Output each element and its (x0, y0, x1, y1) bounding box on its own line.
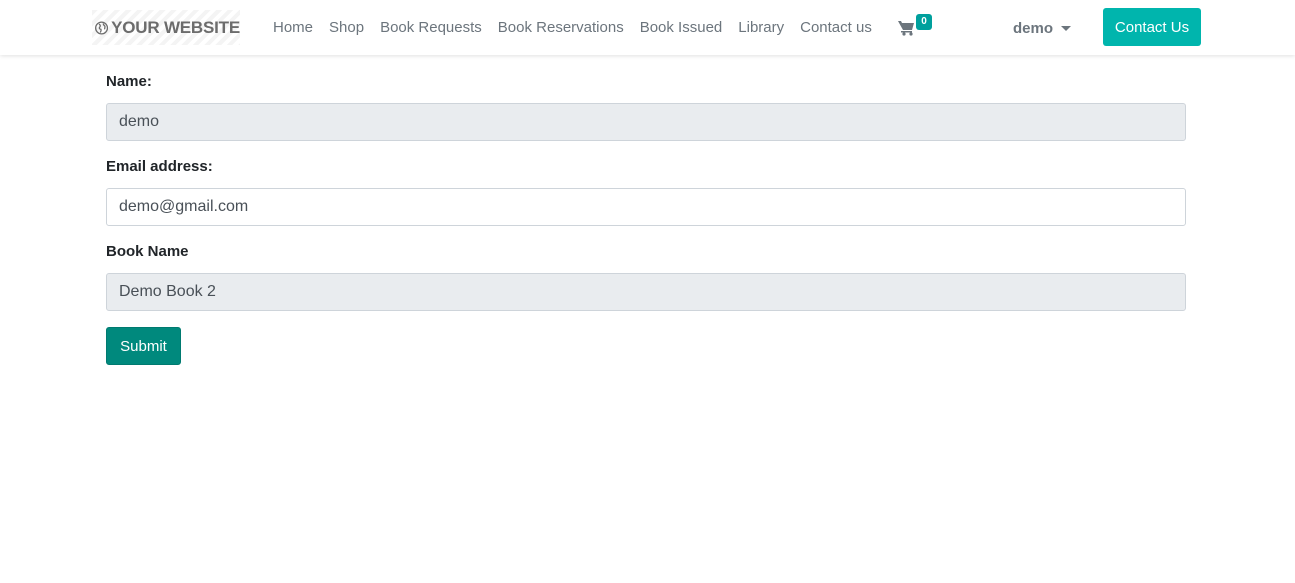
shopping-cart-icon (898, 21, 914, 36)
submit-button[interactable]: Submit (106, 327, 181, 365)
main-nav: Home Shop Book Requests Book Reservation… (265, 0, 880, 55)
user-menu-dropdown[interactable]: demo (1013, 18, 1072, 38)
cart-link[interactable]: 0 (896, 14, 936, 44)
top-navbar: YOUR WEBSITE Home Shop Book Requests Boo… (0, 0, 1295, 55)
nav-link-book-issued[interactable]: Book Issued (632, 19, 731, 36)
logo-text: YOUR WEBSITE (111, 17, 240, 37)
globe-icon (95, 20, 109, 35)
book-name-label: Book Name (106, 243, 189, 260)
cart-count-badge: 0 (916, 14, 932, 30)
nav-link-shop[interactable]: Shop (321, 19, 372, 36)
nav-link-library[interactable]: Library (730, 19, 792, 36)
nav-link-book-reservations[interactable]: Book Reservations (490, 19, 632, 36)
name-field[interactable] (106, 103, 1186, 141)
caret-down-icon (1061, 25, 1072, 31)
book-request-form: Name: Email address: Book Name Submit (106, 70, 1186, 365)
nav-link-book-requests[interactable]: Book Requests (372, 19, 490, 36)
nav-link-contact-us[interactable]: Contact us (792, 19, 880, 36)
email-field[interactable] (106, 188, 1186, 226)
nav-link-home[interactable]: Home (265, 19, 321, 36)
contact-us-button[interactable]: Contact Us (1103, 8, 1201, 46)
email-label: Email address: (106, 158, 213, 175)
site-logo[interactable]: YOUR WEBSITE (92, 10, 240, 45)
book-name-field[interactable] (106, 273, 1186, 311)
user-name: demo (1013, 19, 1054, 37)
name-label: Name: (106, 73, 152, 90)
